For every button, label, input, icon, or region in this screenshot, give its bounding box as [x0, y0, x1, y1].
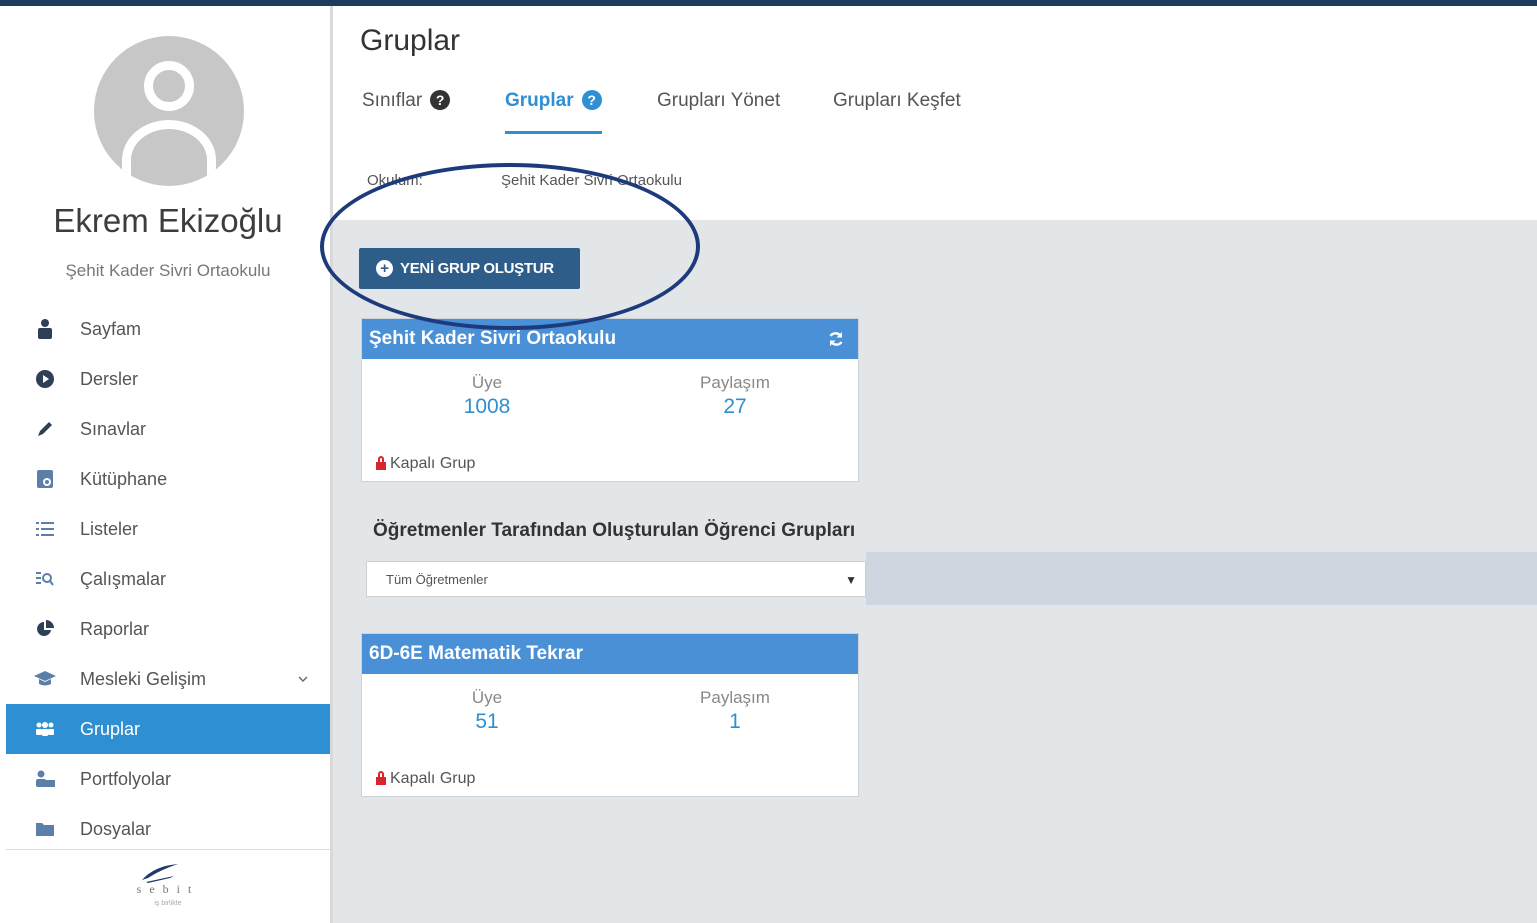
sidebar-item-dersler[interactable]: Dersler [6, 354, 330, 404]
sidebar-item-label: Sayfam [80, 318, 142, 339]
sidebar-item-label: Gruplar [80, 718, 141, 739]
sidebar: Ekrem Ekizoğlu Şehit Kader Sivri Ortaoku… [6, 6, 330, 923]
school-label: Okulum: [367, 172, 423, 189]
help-icon[interactable]: ? [581, 90, 602, 110]
user-folder-icon [34, 768, 56, 790]
sidebar-item-listeler[interactable]: Listeler [6, 504, 330, 554]
member-label: Üye [471, 373, 503, 392]
new-group-button[interactable]: + YENİ GRUP OLUŞTUR [359, 248, 580, 289]
avatar-body-shape [122, 120, 216, 186]
sidebar-item-label: Listeler [80, 518, 139, 539]
school-value: Şehit Kader Sivri Ortaokulu [501, 172, 682, 189]
share-stat: Paylaşım 1 [635, 688, 835, 734]
play-circle-icon [34, 368, 56, 390]
member-label: Üye [471, 688, 503, 707]
group-status: Kapalı Grup [376, 770, 475, 788]
sidebar-item-label: Dersler [80, 368, 139, 389]
sidebar-item-sinavlar[interactable]: Sınavlar [6, 404, 330, 454]
share-label: Paylaşım [700, 688, 770, 707]
refresh-icon[interactable] [828, 319, 844, 361]
avatar[interactable] [94, 36, 244, 186]
share-count[interactable]: 1 [635, 710, 835, 734]
sidebar-item-label: Dosyalar [80, 818, 152, 839]
list-icon [34, 518, 56, 540]
library-icon [34, 468, 56, 490]
tab-gruplari-yonet[interactable]: Grupları Yönet [657, 90, 780, 112]
group-card-header: 6D-6E Matematik Tekrar [362, 634, 858, 674]
sebit-logo-text: sebit [136, 882, 200, 896]
search-list-icon [34, 568, 56, 590]
new-group-button-label: YENİ GRUP OLUŞTUR [400, 260, 554, 277]
teacher-group-card[interactable]: 6D-6E Matematik Tekrar Üye 51 Paylaşım 1… [361, 633, 859, 797]
tab-label: Grupları Yönet [657, 90, 781, 111]
member-stat: Üye 51 [387, 688, 587, 734]
pencil-icon [34, 418, 56, 440]
sebit-logo-icon [142, 864, 178, 883]
group-name[interactable]: 6D-6E Matematik Tekrar [369, 643, 583, 664]
member-count[interactable]: 51 [387, 710, 587, 734]
sidebar-item-calismalar[interactable]: Çalışmalar [6, 554, 330, 604]
sidebar-item-sayfam[interactable]: Sayfam [6, 304, 330, 354]
help-icon[interactable]: ? [430, 90, 451, 110]
tab-label: Grupları Keşfet [833, 90, 961, 111]
share-stat: Paylaşım 27 [635, 373, 835, 419]
teacher-filter-value: Tüm Öğretmenler [386, 572, 488, 587]
sidebar-item-raporlar[interactable]: Raporlar [6, 604, 330, 654]
school-group-card[interactable]: Şehit Kader Sivri Ortaokulu Üye 1008 Pay… [361, 318, 859, 482]
sidebar-item-label: Sınavlar [80, 418, 147, 439]
user-school: Şehit Kader Sivri Ortaokulu [65, 261, 271, 280]
sidebar-item-label: Raporlar [80, 618, 150, 639]
sidebar-item-label: Portfolyolar [80, 768, 172, 789]
group-name[interactable]: Şehit Kader Sivri Ortaokulu [369, 328, 616, 349]
pie-chart-icon [34, 618, 56, 640]
dropdown-arrow-icon: ▼ [845, 573, 857, 587]
chevron-down-icon[interactable] [298, 669, 308, 685]
group-status: Kapalı Grup [376, 455, 475, 473]
tab-label: Gruplar [505, 90, 574, 111]
teacher-groups-heading: Öğretmenler Tarafından Oluşturulan Öğren… [373, 520, 856, 541]
user-name: Ekrem Ekizoğlu [53, 202, 283, 239]
folder-icon [34, 818, 56, 840]
user-icon [34, 318, 56, 340]
sebit-tagline: iş birlikte [154, 900, 182, 907]
member-stat: Üye 1008 [387, 373, 587, 419]
sidebar-menu: Sayfam Dersler Sınavlar Kütüphane Listel… [6, 304, 330, 854]
filter-band [866, 552, 1537, 605]
page-title: Gruplar [360, 24, 461, 57]
sidebar-item-label: Kütüphane [80, 468, 168, 489]
teacher-filter-select[interactable]: Tüm Öğretmenler ▼ [366, 561, 866, 597]
sidebar-item-mesleki-gelisim[interactable]: Mesleki Gelişim [6, 654, 330, 704]
sidebar-item-label: Çalışmalar [80, 568, 167, 589]
share-label: Paylaşım [700, 373, 770, 392]
sidebar-footer: sebit iş birlikte [6, 849, 330, 923]
share-count[interactable]: 27 [635, 395, 835, 419]
tab-label: Sınıflar [362, 90, 423, 111]
users-icon [34, 718, 56, 740]
lock-icon [376, 455, 386, 470]
sidebar-item-label: Mesleki Gelişim [80, 668, 207, 689]
lock-icon [376, 770, 386, 785]
avatar-head-shape [144, 61, 194, 111]
tab-siniflar[interactable]: Sınıflar? [362, 90, 451, 112]
group-card-header: Şehit Kader Sivri Ortaokulu [362, 319, 858, 359]
tab-gruplari-kesfet[interactable]: Grupları Keşfet [833, 90, 961, 112]
member-count[interactable]: 1008 [387, 395, 587, 419]
tab-gruplar[interactable]: Gruplar? [505, 90, 602, 134]
sidebar-item-kutuphane[interactable]: Kütüphane [6, 454, 330, 504]
sidebar-item-gruplar[interactable]: Gruplar [6, 704, 330, 754]
group-status-label: Kapalı Grup [390, 770, 476, 787]
sidebar-item-portfolyolar[interactable]: Portfolyolar [6, 754, 330, 804]
group-status-label: Kapalı Grup [390, 455, 476, 472]
plus-circle-icon: + [376, 260, 393, 277]
graduation-cap-icon [34, 668, 56, 690]
sidebar-item-dosyalar[interactable]: Dosyalar [6, 804, 330, 854]
